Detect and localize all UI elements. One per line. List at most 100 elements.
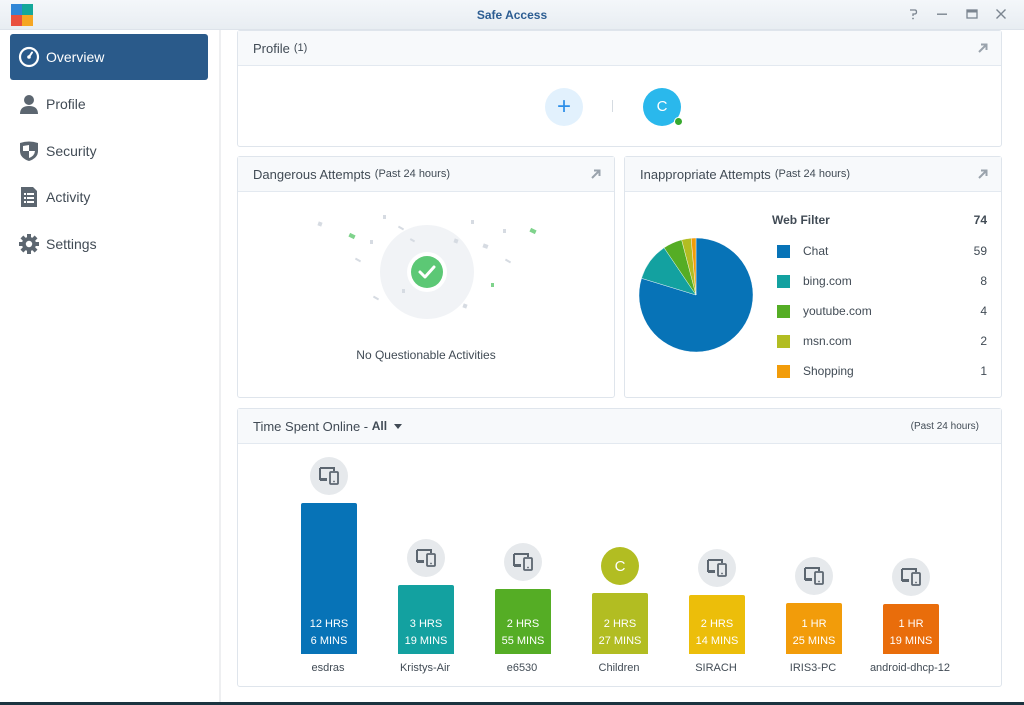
sidebar-item-overview[interactable]: Overview [10,34,208,80]
web-filter-pie-chart [638,237,754,353]
maximize-icon[interactable] [963,6,981,24]
sidebar-item-label: Profile [46,96,86,112]
legend-item: bing.com 8 [777,273,987,289]
bar-value-label: 2 HRS [603,618,637,630]
bar-category-label: SIRACH [695,662,737,674]
legend-header: Web Filter 74 [772,213,987,229]
legend-total: 74 [973,213,987,227]
profile-card-header: Profile (1) [238,31,1001,66]
bar-value-label: 1 HR [801,618,827,630]
profile-avatar-icon: C [601,547,639,585]
bar-value-label: 25 MINS [792,635,836,647]
bar-value-label: 27 MINS [598,635,642,647]
legend-value: 59 [973,244,987,258]
devices-icon [310,457,348,495]
bar-value-label: 3 HRS [409,618,443,630]
bar-column-esdras[interactable]: 12 HRS 6 MINS esdras [283,409,373,679]
bar-value-label: 1 HR [898,618,924,630]
legend-value: 8 [980,274,987,288]
minimize-icon[interactable] [933,6,951,24]
legend-value: 1 [980,364,987,378]
divider [612,100,613,112]
sidebar: Overview Profile Security Activity Setti… [0,30,221,702]
bar-value-label: 12 HRS [309,618,349,630]
legend-swatch [777,244,790,258]
sidebar-item-security[interactable]: Security [10,128,208,174]
bar-column-e6530[interactable]: 2 HRS 55 MINS e6530 [477,409,567,679]
legend-item: youtube.com 4 [777,303,987,319]
bar[interactable]: 2 HRS 27 MINS [592,593,648,654]
devices-icon [504,543,542,581]
bar-column-iris3-pc[interactable]: 1 HR 25 MINS IRIS3-PC [768,409,858,679]
help-icon[interactable] [904,6,922,24]
card-period: (Past 24 hours) [774,168,851,180]
sidebar-item-settings[interactable]: Settings [10,221,208,267]
add-profile-button[interactable]: + [545,88,583,126]
dashboard-gauge-icon [18,46,40,68]
legend-swatch [777,364,790,378]
bar-category-label: Kristys-Air [399,662,451,674]
window-title: Safe Access [476,8,548,22]
main-content: Profile (1) + C Dangerous Attempts (Past… [223,30,1024,702]
dangerous-attempts-card: Dangerous Attempts (Past 24 hours) No Qu… [237,156,615,398]
sidebar-item-profile[interactable]: Profile [10,81,208,127]
legend-label: bing.com [803,274,852,288]
profile-avatar[interactable]: C [643,88,683,126]
profile-initial: C [656,98,668,115]
legend-item: msn.com 2 [777,333,987,349]
bar-value-label: 19 MINS [889,635,933,647]
bar-category-label: IRIS3-PC [789,662,837,674]
bar-category-label: esdras [311,662,345,674]
legend-item: Shopping 1 [777,363,987,379]
no-activity-illustration [317,215,537,319]
bar-column-android-dhcp-12[interactable]: 1 HR 19 MINS android-dhcp-12 [865,409,955,679]
bar-value-label: 2 HRS [506,618,540,630]
bar[interactable]: 3 HRS 19 MINS [398,585,454,654]
expand-icon[interactable] [977,168,989,180]
devices-icon [698,549,736,587]
bar-value-label: 19 MINS [404,635,448,647]
list-document-icon [18,186,40,208]
card-title: Dangerous Attempts [253,166,371,182]
bar-column-children[interactable]: 2 HRS 27 MINS C Children [574,409,664,679]
card-title: Inappropriate Attempts [640,166,771,182]
shield-icon [18,140,40,162]
bar-value-label: 2 HRS [700,618,734,630]
bar-category-label: Children [598,662,640,674]
profile-count: (1) [293,42,308,54]
gear-icon [18,233,40,255]
card-title: Profile [253,40,290,56]
bar[interactable]: 12 HRS 6 MINS [301,503,357,654]
bar[interactable]: 2 HRS 55 MINS [495,589,551,654]
sidebar-item-label: Overview [46,49,105,65]
legend-label: youtube.com [803,304,872,318]
devices-icon [795,557,833,595]
online-status-dot [674,117,683,126]
bar[interactable]: 1 HR 19 MINS [883,604,939,654]
legend-label: Shopping [803,364,854,378]
bar[interactable]: 1 HR 25 MINS [786,603,842,654]
expand-icon[interactable] [590,168,602,180]
bar[interactable]: 2 HRS 14 MINS [689,595,745,654]
devices-icon [407,539,445,577]
close-icon[interactable] [992,6,1010,24]
bar-category-label: android-dhcp-12 [869,662,951,674]
bar-column-sirach[interactable]: 2 HRS 14 MINS SIRACH [671,409,761,679]
bar-value-label: 6 MINS [310,635,348,647]
expand-icon[interactable] [977,42,989,54]
dangerous-card-header: Dangerous Attempts (Past 24 hours) [238,157,614,192]
profile-card: Profile (1) + C [237,30,1002,147]
legend-label: Chat [803,244,829,258]
inappropriate-attempts-card: Inappropriate Attempts (Past 24 hours) W… [624,156,1002,398]
bar-column-kristys-air[interactable]: 3 HRS 19 MINS Kristys-Air [380,409,470,679]
sidebar-item-label: Settings [46,236,97,252]
success-check-icon [411,256,443,288]
legend-item: Chat 59 [777,243,987,259]
sidebar-item-label: Activity [46,189,91,205]
legend-swatch [777,304,790,318]
sidebar-item-activity[interactable]: Activity [10,174,208,220]
legend-value: 4 [980,304,987,318]
time-spent-online-card: Time Spent Online - All (Past 24 hours) … [237,408,1002,687]
user-icon [18,93,40,115]
legend-swatch [777,334,790,348]
